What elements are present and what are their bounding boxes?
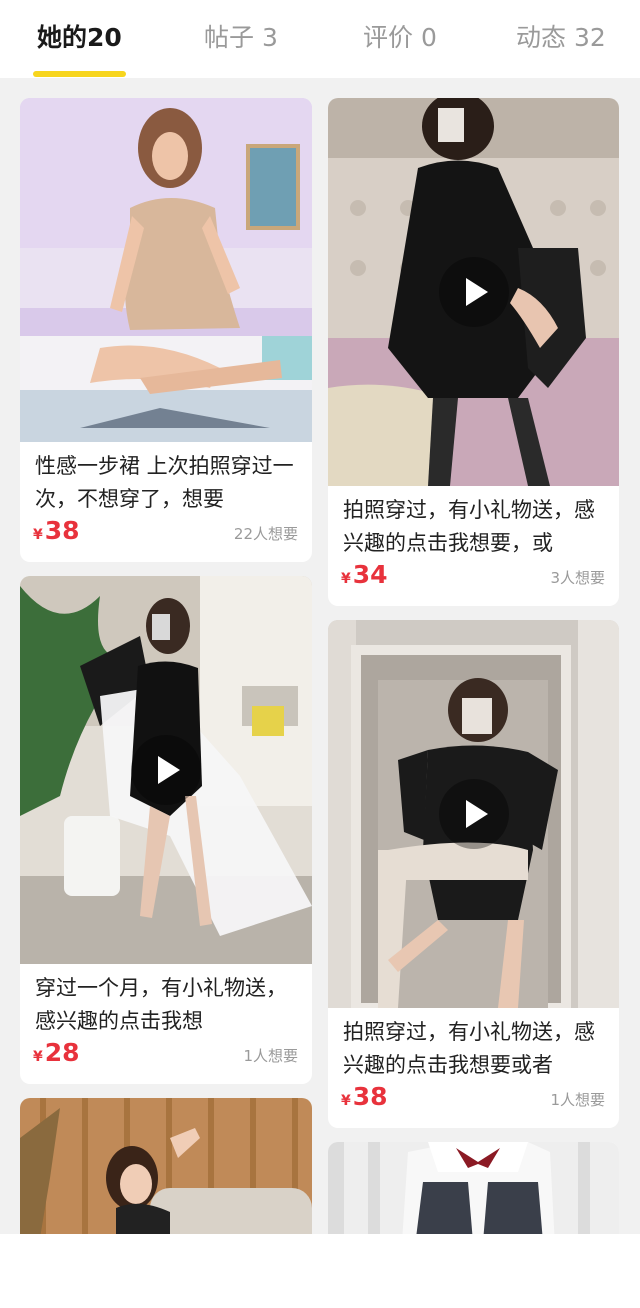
- product-price: ¥38: [33, 516, 80, 545]
- price-amount: 34: [352, 560, 388, 589]
- product-card[interactable]: 性感一步裙 上次拍照穿过一次，不想穿了，想要 ¥38 22人想要: [20, 98, 312, 562]
- video-play-icon: [439, 779, 509, 849]
- product-price: ¥34: [341, 560, 388, 589]
- profile-tab-bar: 她的20 帖子 3 评价 0 动态 32: [0, 0, 640, 78]
- currency-symbol: ¥: [33, 1049, 43, 1065]
- product-price: ¥28: [33, 1038, 80, 1067]
- product-title: 拍照穿过，有小礼物送，感兴趣的点击我想要或者: [343, 1020, 595, 1077]
- product-card[interactable]: [328, 1142, 619, 1234]
- product-title: 性感一步裙 上次拍照穿过一次，不想穿了，想要: [35, 454, 294, 511]
- currency-symbol: ¥: [341, 1093, 351, 1109]
- currency-symbol: ¥: [341, 571, 351, 587]
- want-count: 22人想要: [233, 525, 298, 543]
- product-card[interactable]: 拍照穿过，有小礼物送，感兴趣的点击我想要或者 ¥38 1人想要: [328, 620, 619, 1128]
- want-count: 1人想要: [550, 1091, 605, 1109]
- product-title: 穿过一个月，有小礼物送，感兴趣的点击我想: [35, 976, 287, 1033]
- tab-items[interactable]: 她的20: [37, 18, 122, 58]
- want-count: 3人想要: [550, 569, 605, 587]
- tab-reviews[interactable]: 评价 0: [363, 18, 437, 58]
- price-amount: 28: [44, 1038, 80, 1067]
- active-tab-indicator: [33, 71, 126, 77]
- video-play-icon: [131, 735, 201, 805]
- product-thumbnail: [20, 98, 312, 442]
- currency-symbol: ¥: [33, 527, 43, 543]
- want-count: 1人想要: [243, 1047, 298, 1065]
- product-thumbnail: [328, 1142, 619, 1234]
- tab-posts[interactable]: 帖子 3: [204, 18, 278, 58]
- price-amount: 38: [44, 516, 80, 545]
- price-amount: 38: [352, 1082, 388, 1111]
- product-card[interactable]: 穿过一个月，有小礼物送，感兴趣的点击我想 ¥28 1人想要: [20, 576, 312, 1084]
- product-thumbnail: [20, 1098, 312, 1234]
- item-feed[interactable]: 性感一步裙 上次拍照穿过一次，不想穿了，想要 ¥38 22人想要 穿过一个月，有…: [0, 78, 640, 1234]
- video-play-icon: [439, 257, 509, 327]
- product-card[interactable]: 拍照穿过，有小礼物送，感兴趣的点击我想要，或 ¥34 3人想要: [328, 98, 619, 606]
- product-title: 拍照穿过，有小礼物送，感兴趣的点击我想要，或: [343, 498, 595, 555]
- product-card[interactable]: [20, 1098, 312, 1234]
- tab-activity[interactable]: 动态 32: [516, 18, 606, 58]
- product-price: ¥38: [341, 1082, 388, 1111]
- bottom-spacer: [0, 1234, 640, 1308]
